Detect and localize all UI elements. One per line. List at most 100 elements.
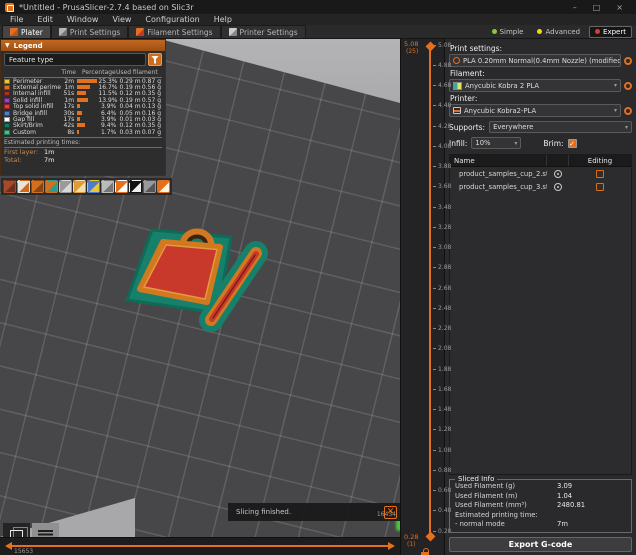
percentage-bar bbox=[77, 111, 82, 115]
print-settings-dropdown[interactable]: PLA 0.20mm Normal(0.4mm Nozzle) (modifie… bbox=[449, 54, 621, 67]
feature-color-swatch bbox=[4, 111, 10, 116]
copy[interactable] bbox=[59, 180, 72, 193]
tick-mark bbox=[433, 470, 436, 471]
filament-dropdown[interactable]: Anycubic Kobra 2 PLA ▾ bbox=[449, 79, 621, 92]
legend-row: Custom 8s 1.7% 0.03 m 0.07 g bbox=[4, 129, 162, 135]
settings-panel: Print settings: PLA 0.20mm Normal(0.4mm … bbox=[444, 39, 636, 555]
tick-mark bbox=[433, 267, 436, 268]
menu-item[interactable]: File bbox=[3, 15, 30, 24]
feature-color-swatch bbox=[4, 98, 10, 103]
close-button[interactable]: × bbox=[616, 3, 623, 12]
cube-icon bbox=[10, 530, 23, 537]
tick-mark bbox=[433, 207, 436, 208]
tab-icon bbox=[136, 28, 144, 36]
feature-color-swatch bbox=[4, 79, 10, 84]
tab-icon bbox=[229, 28, 237, 36]
edit-layers-icon[interactable] bbox=[596, 183, 604, 191]
sliced-info-row: Used Filament (g) 3.09 bbox=[455, 482, 626, 492]
paste[interactable] bbox=[73, 180, 86, 193]
preview-view-button[interactable] bbox=[32, 523, 59, 537]
brim-checkbox[interactable]: ✓ bbox=[568, 139, 577, 148]
supports-dropdown[interactable]: Everywhere ▾ bbox=[489, 121, 632, 133]
legend-header[interactable]: ▼ Legend bbox=[1, 40, 165, 51]
menu-item[interactable]: Help bbox=[207, 15, 239, 24]
menu-item[interactable]: Configuration bbox=[138, 15, 206, 24]
tick-mark bbox=[433, 186, 436, 187]
layer-tick: 3.48 bbox=[433, 204, 451, 210]
eye-icon[interactable] bbox=[554, 183, 562, 191]
add-instance[interactable] bbox=[87, 180, 100, 193]
edit-printer-icon[interactable] bbox=[624, 107, 632, 115]
percentage-bar bbox=[77, 117, 80, 121]
eye-icon[interactable] bbox=[554, 170, 562, 178]
chevron-down-icon: ▾ bbox=[614, 107, 617, 114]
maximize-button[interactable]: □ bbox=[593, 3, 601, 12]
tick-mark bbox=[433, 126, 436, 127]
menu-item[interactable]: View bbox=[105, 15, 138, 24]
layer-tick: 2.68 bbox=[433, 285, 451, 291]
remove-instance[interactable] bbox=[101, 180, 114, 193]
percentage-bar bbox=[77, 85, 90, 89]
hslider-left-handle[interactable] bbox=[5, 542, 12, 550]
export-gcode-button[interactable]: Export G-code bbox=[449, 537, 632, 552]
mode-button[interactable]: Expert bbox=[589, 26, 632, 38]
menu-bar: File Edit Window View Configuration Help bbox=[0, 14, 636, 25]
hslider-left-value: 15653 bbox=[14, 548, 33, 555]
editor-view-button[interactable] bbox=[3, 523, 30, 537]
sliced-info-row: Used Filament (mm³) 2480.81 bbox=[455, 501, 626, 511]
settings-tab[interactable]: Printer Settings bbox=[221, 25, 306, 38]
filter-funnel-icon[interactable] bbox=[148, 53, 162, 66]
filament-color-swatch bbox=[453, 82, 462, 90]
feature-color-swatch bbox=[4, 123, 10, 128]
brim-label: Brim: bbox=[543, 139, 563, 148]
feature-type-dropdown[interactable]: Feature type bbox=[4, 53, 146, 66]
settings-tab[interactable]: Print Settings bbox=[51, 25, 128, 38]
feature-color-swatch bbox=[4, 91, 10, 96]
split-to-parts[interactable] bbox=[129, 180, 142, 193]
notification-toast: Slicing finished. ✕ bbox=[228, 503, 400, 521]
layer-tick: 1.48 bbox=[433, 407, 451, 413]
mode-button[interactable]: Simple bbox=[487, 27, 529, 37]
hslider-right-handle[interactable] bbox=[388, 542, 395, 550]
split-to-objects[interactable] bbox=[115, 180, 128, 193]
layer-tick: 2.28 bbox=[433, 326, 451, 332]
mode-button[interactable]: Advanced bbox=[532, 27, 585, 37]
tick-mark bbox=[433, 288, 436, 289]
legend-column-headers: Time Percentage Used filament bbox=[4, 68, 162, 78]
feature-color-swatch bbox=[4, 117, 10, 122]
percentage-bar bbox=[77, 98, 88, 102]
delete[interactable] bbox=[17, 180, 30, 193]
sliced-info-box: Sliced Info Used Filament (g) 3.09 Used … bbox=[449, 479, 632, 534]
tab-bar: Plater Print Settings Filament Settings … bbox=[0, 25, 636, 39]
settings-tab[interactable]: Filament Settings bbox=[128, 25, 220, 38]
printer-dropdown[interactable]: Anycubic Kobra2-PLA ▾ bbox=[449, 104, 621, 117]
settings-tab[interactable]: Plater bbox=[2, 25, 51, 38]
mode-dot-icon bbox=[537, 29, 542, 34]
3d-viewport[interactable]: ▼ Legend Feature type Time Percentage bbox=[0, 39, 400, 537]
edit-filament-icon[interactable] bbox=[624, 82, 632, 90]
variable-layer-height[interactable] bbox=[143, 180, 156, 193]
title-bar: *Untitled - PrusaSlicer-2.7.4 based on S… bbox=[0, 0, 636, 14]
hslider-track[interactable] bbox=[12, 545, 388, 547]
object-row[interactable]: product_samples_cup_3.stl bbox=[450, 180, 631, 193]
object-row[interactable]: product_samples_cup_2.stl bbox=[450, 167, 631, 180]
sliced-info-title: Sliced Info bbox=[455, 475, 497, 483]
tick-mark bbox=[433, 389, 436, 390]
infill-dropdown[interactable]: 10% ▾ bbox=[471, 137, 521, 149]
menu-item[interactable]: Window bbox=[60, 15, 106, 24]
view-toolbar bbox=[3, 523, 59, 537]
menu-item[interactable]: Edit bbox=[30, 15, 60, 24]
edit-print-settings-icon[interactable] bbox=[624, 57, 632, 65]
printer-label: Printer: bbox=[450, 94, 632, 103]
layer-slider-track[interactable] bbox=[429, 47, 431, 533]
search[interactable] bbox=[157, 180, 170, 193]
layer-tick: 3.88 bbox=[433, 164, 451, 170]
layer-tick: 2.88 bbox=[433, 265, 451, 271]
arrange[interactable] bbox=[45, 180, 58, 193]
add[interactable] bbox=[3, 180, 16, 193]
edit-layers-icon[interactable] bbox=[596, 170, 604, 178]
horizontal-slider-strip: 15653 bbox=[0, 537, 400, 555]
percentage-bar bbox=[77, 104, 80, 108]
delete-all[interactable] bbox=[31, 180, 44, 193]
minimize-button[interactable]: – bbox=[573, 3, 577, 12]
